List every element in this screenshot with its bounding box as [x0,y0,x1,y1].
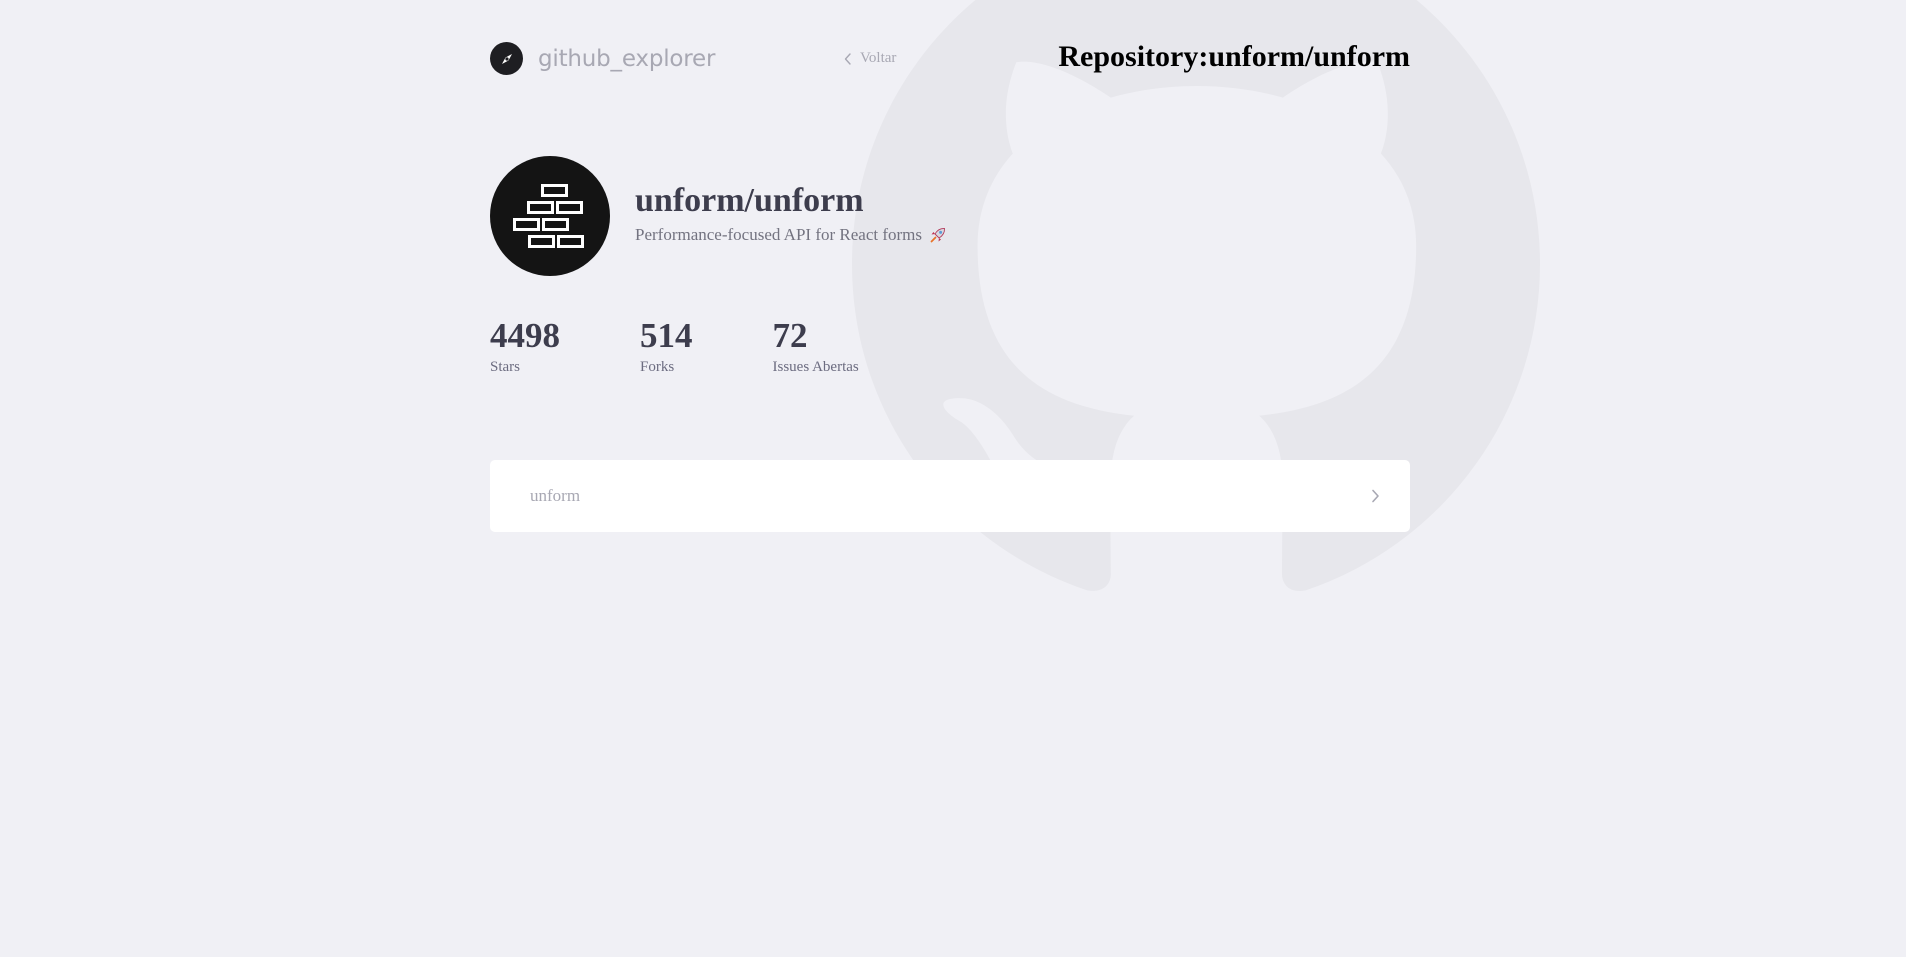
stat-label: Issues Abertas [772,359,859,375]
bricks-icon [513,184,584,248]
repository-description-row: Performance-focused API for React forms [635,225,948,245]
back-label: Voltar [860,50,897,66]
stat-label: Stars [490,359,520,375]
repository-name: unform/unform [635,182,864,219]
stat-forks: 514 Forks [640,316,693,376]
stat-open-issues: 72 Issues Abertas [773,316,859,376]
issue-title: unform [530,486,581,505]
chevron-right-icon [1372,489,1379,503]
brand-name: github_explorer [538,45,716,72]
page-header: github_explorer Voltar Repository:unform… [490,40,1410,78]
page-title: Repository:unform/unform [1058,40,1410,73]
avatar [490,156,610,276]
repository-info: unform/unform Performance-focused API fo… [490,156,948,276]
repository-stats: 4498 Stars 514 Forks 72 Issues Abertas [490,316,939,376]
issue-link[interactable]: unform [490,460,1410,532]
repository-text: unform/unform Performance-focused API fo… [635,181,948,245]
compass-icon [490,42,523,75]
repository-description: Performance-focused API for React forms [635,225,923,244]
stat-value: 4498 [490,316,560,355]
stat-value: 514 [640,316,693,355]
chevron-left-icon [844,52,851,65]
stat-stars: 4498 Stars [490,316,560,376]
rocket-icon [928,225,948,245]
back-button[interactable]: Voltar [844,50,896,67]
page-container: github_explorer Voltar Repository:unform… [490,0,1410,957]
brand-logo: github_explorer [490,42,715,75]
stat-value: 72 [772,316,808,355]
stat-label: Forks [640,359,675,375]
